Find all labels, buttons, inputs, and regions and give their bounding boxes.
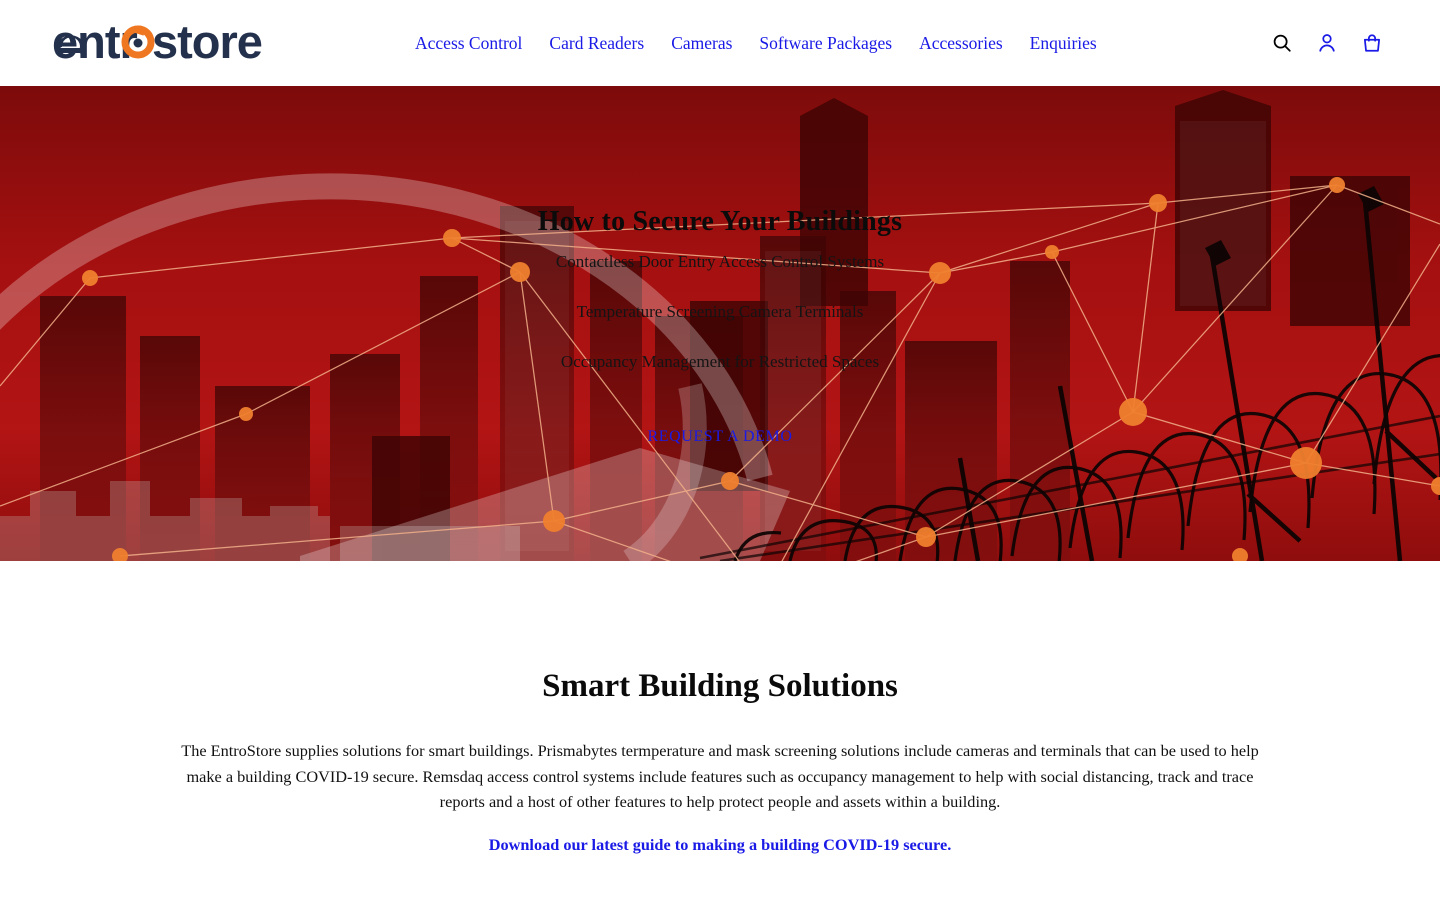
main-content: Smart Building Solutions The EntroStore … bbox=[0, 561, 1440, 855]
hero-banner: How to Secure Your Buildings Contactless… bbox=[0, 86, 1440, 561]
svg-text:store: store bbox=[152, 18, 262, 68]
nav-link-cameras[interactable]: Cameras bbox=[671, 33, 732, 54]
nav-link-accessories[interactable]: Accessories bbox=[919, 33, 1003, 54]
hero-subtitle-1: Contactless Door Entry Access Control Sy… bbox=[555, 252, 885, 271]
nav-link-card-readers[interactable]: Card Readers bbox=[549, 33, 644, 54]
account-icon[interactable] bbox=[1315, 31, 1339, 55]
section-title: Smart Building Solutions bbox=[542, 668, 898, 704]
hero-content: How to Secure Your Buildings Contactless… bbox=[0, 86, 1440, 446]
cart-icon[interactable] bbox=[1360, 31, 1384, 55]
entrostore-logo-mark: entr store bbox=[52, 18, 263, 68]
nav-link-software-packages[interactable]: Software Packages bbox=[759, 33, 892, 54]
hero-title: How to Secure Your Buildings bbox=[537, 206, 903, 237]
hero-subtitle-3: Occupancy Management for Restricted Spac… bbox=[560, 352, 880, 371]
entrostore-logo[interactable]: entr store bbox=[52, 18, 308, 68]
request-demo-button[interactable]: REQUEST A DEMO bbox=[647, 428, 792, 446]
header-icon-group bbox=[1270, 31, 1384, 55]
search-icon[interactable] bbox=[1270, 31, 1294, 55]
hero-subtitle-2: Temperature Screening Camera Terminals bbox=[576, 302, 864, 321]
site-header: entr store Access Control Card Readers C… bbox=[0, 0, 1440, 86]
main-navigation: Access Control Card Readers Cameras Soft… bbox=[415, 33, 1097, 54]
download-guide-link[interactable]: Download our latest guide to making a bu… bbox=[489, 835, 952, 855]
nav-link-enquiries[interactable]: Enquiries bbox=[1030, 33, 1097, 54]
section-body-text: The EntroStore supplies solutions for sm… bbox=[181, 741, 1259, 811]
nav-link-access-control[interactable]: Access Control bbox=[415, 33, 522, 54]
